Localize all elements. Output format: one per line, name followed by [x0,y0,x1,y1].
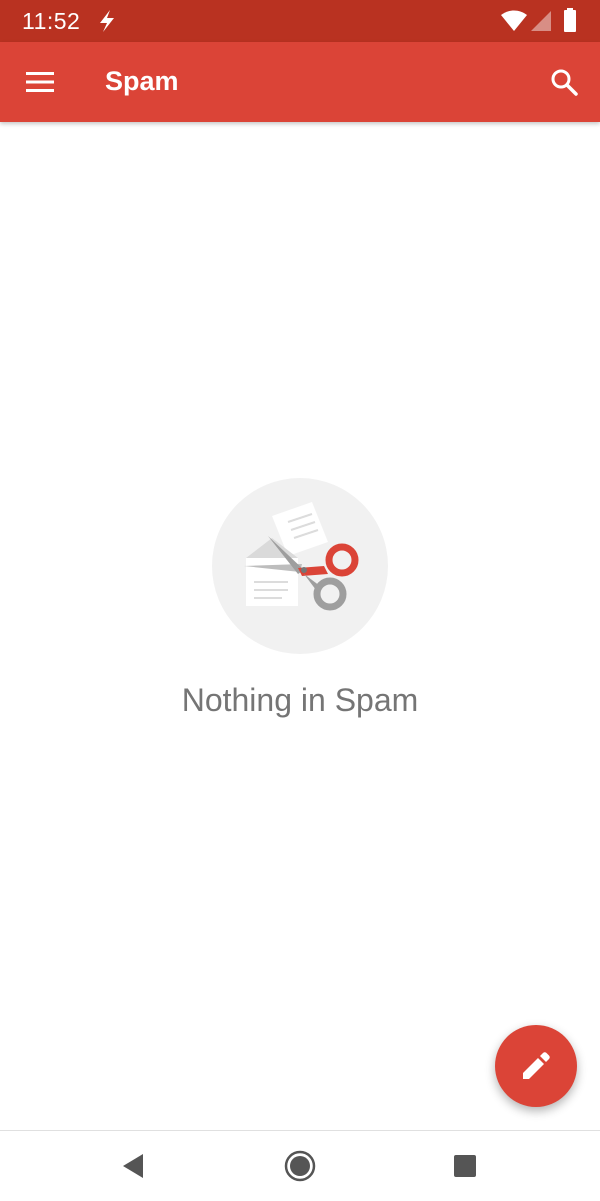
search-button[interactable] [538,56,590,108]
pencil-icon [523,1052,550,1079]
recents-icon[interactable] [452,1153,478,1179]
battery-icon [564,8,576,32]
empty-state-illustration [212,478,388,654]
app-bar: Spam [0,42,600,122]
page-title: Spam [105,66,179,96]
home-icon[interactable] [284,1150,316,1182]
signal-icon [531,11,551,31]
back-icon[interactable] [118,1151,148,1181]
menu-icon [26,72,54,92]
search-icon [551,69,578,96]
status-time: 11:52 [22,8,81,34]
flash-icon [100,10,114,32]
system-nav-bar [0,1130,600,1201]
wifi-icon [501,10,527,31]
compose-button[interactable] [495,1025,577,1107]
menu-button[interactable] [14,56,66,108]
status-bar: 11:52 [0,0,600,42]
scissors-icon [244,502,359,611]
empty-state-message: Nothing in Spam [181,682,419,718]
